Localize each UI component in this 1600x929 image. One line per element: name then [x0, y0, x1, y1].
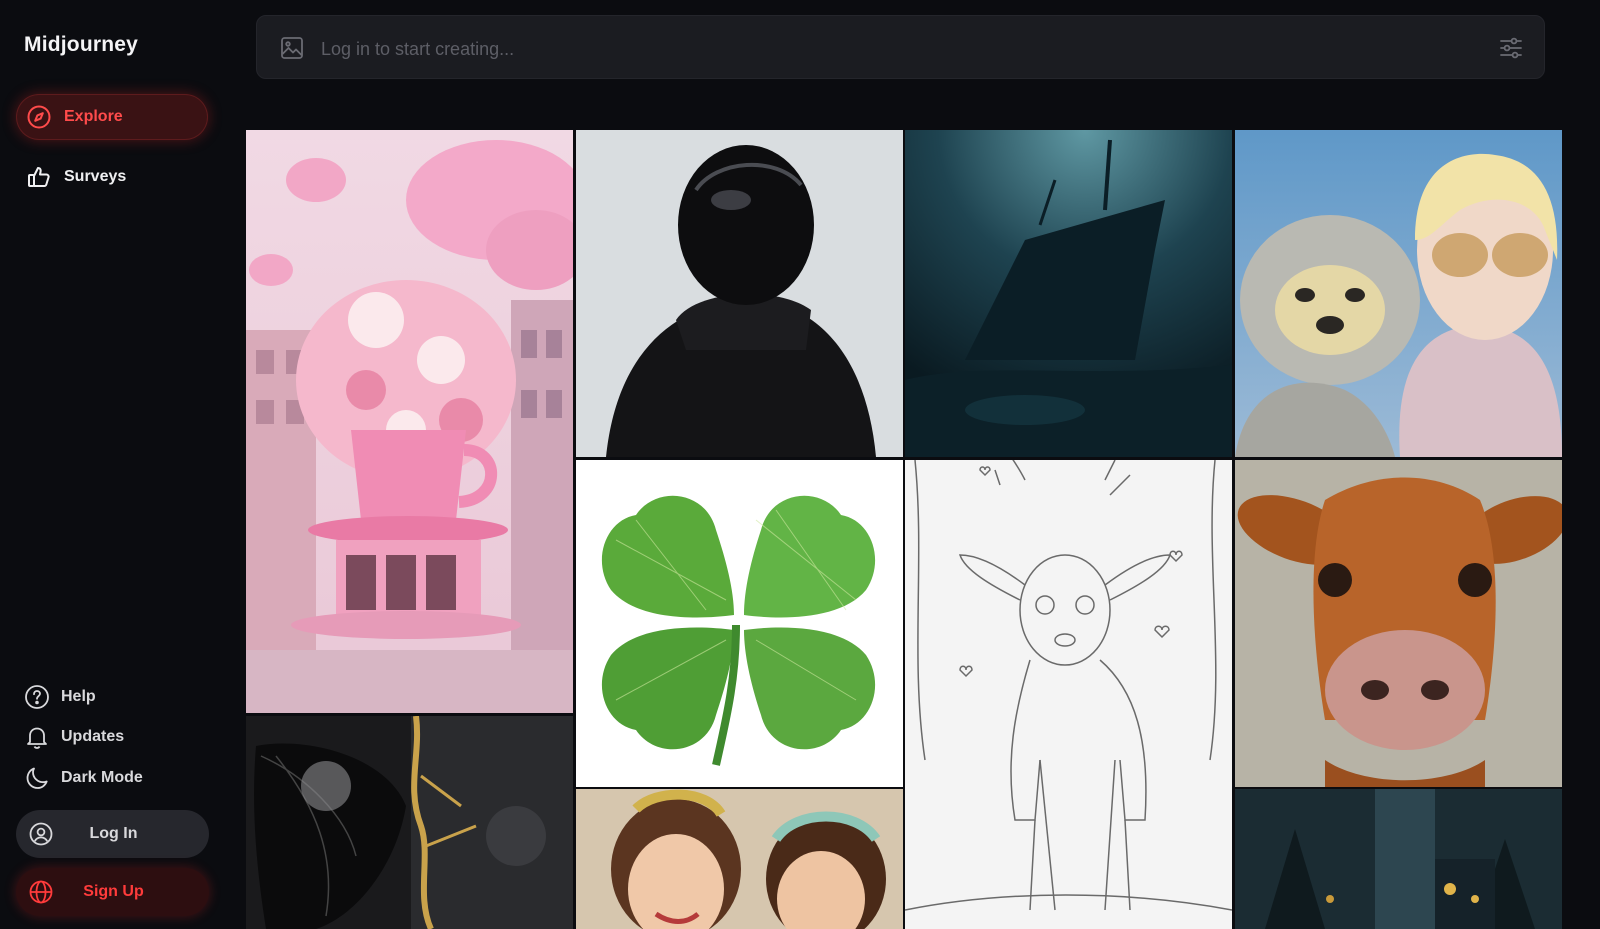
image-icon[interactable] — [279, 35, 305, 61]
nav-help-label: Help — [61, 688, 96, 705]
globe-icon — [28, 879, 54, 905]
nav-dark-mode[interactable]: Dark Mode — [24, 762, 143, 794]
sliders-icon[interactable] — [1498, 35, 1524, 61]
signup-label: Sign Up — [83, 883, 144, 900]
app-root: Midjourney Explore Surveys Help Updates … — [0, 0, 1600, 929]
gallery-image-deer-coloring[interactable] — [905, 460, 1232, 929]
gallery-image-helmet-figure[interactable] — [576, 130, 903, 457]
help-circle-icon — [24, 684, 50, 710]
login-button[interactable]: Log In — [16, 810, 209, 858]
bell-icon — [24, 724, 50, 750]
nav-explore-label: Explore — [64, 108, 123, 125]
nav-help[interactable]: Help — [24, 681, 96, 713]
gallery-image-night-forest[interactable] — [1235, 789, 1562, 929]
login-label: Log In — [89, 825, 138, 842]
explore-gallery — [246, 130, 1562, 929]
nav-explore[interactable]: Explore — [16, 94, 208, 140]
app-logo[interactable]: Midjourney — [24, 33, 138, 57]
gallery-image-sloth-and-woman[interactable] — [1235, 130, 1562, 457]
gallery-image-cow-portrait[interactable] — [1235, 460, 1562, 787]
prompt-bar — [256, 15, 1545, 79]
gallery-image-mirror-clover[interactable] — [576, 460, 903, 787]
gallery-image-pink-teacup-cafe[interactable] — [246, 130, 573, 713]
thumbs-up-icon — [26, 164, 52, 190]
user-circle-icon — [28, 821, 54, 847]
prompt-input[interactable] — [319, 30, 1463, 68]
compass-icon — [26, 104, 52, 130]
nav-surveys-label: Surveys — [64, 168, 127, 185]
nav-updates[interactable]: Updates — [24, 721, 124, 753]
gallery-image-retro-women[interactable] — [576, 789, 903, 929]
nav-surveys[interactable]: Surveys — [16, 154, 208, 200]
nav-dark-mode-label: Dark Mode — [61, 769, 143, 786]
gallery-image-sunken-ship[interactable] — [905, 130, 1232, 457]
gallery-image-butterfly-gold[interactable] — [246, 716, 573, 929]
signup-button[interactable]: Sign Up — [16, 868, 209, 916]
sidebar: Midjourney Explore Surveys Help Updates … — [0, 0, 230, 929]
moon-icon — [24, 765, 50, 791]
nav-updates-label: Updates — [61, 728, 125, 745]
